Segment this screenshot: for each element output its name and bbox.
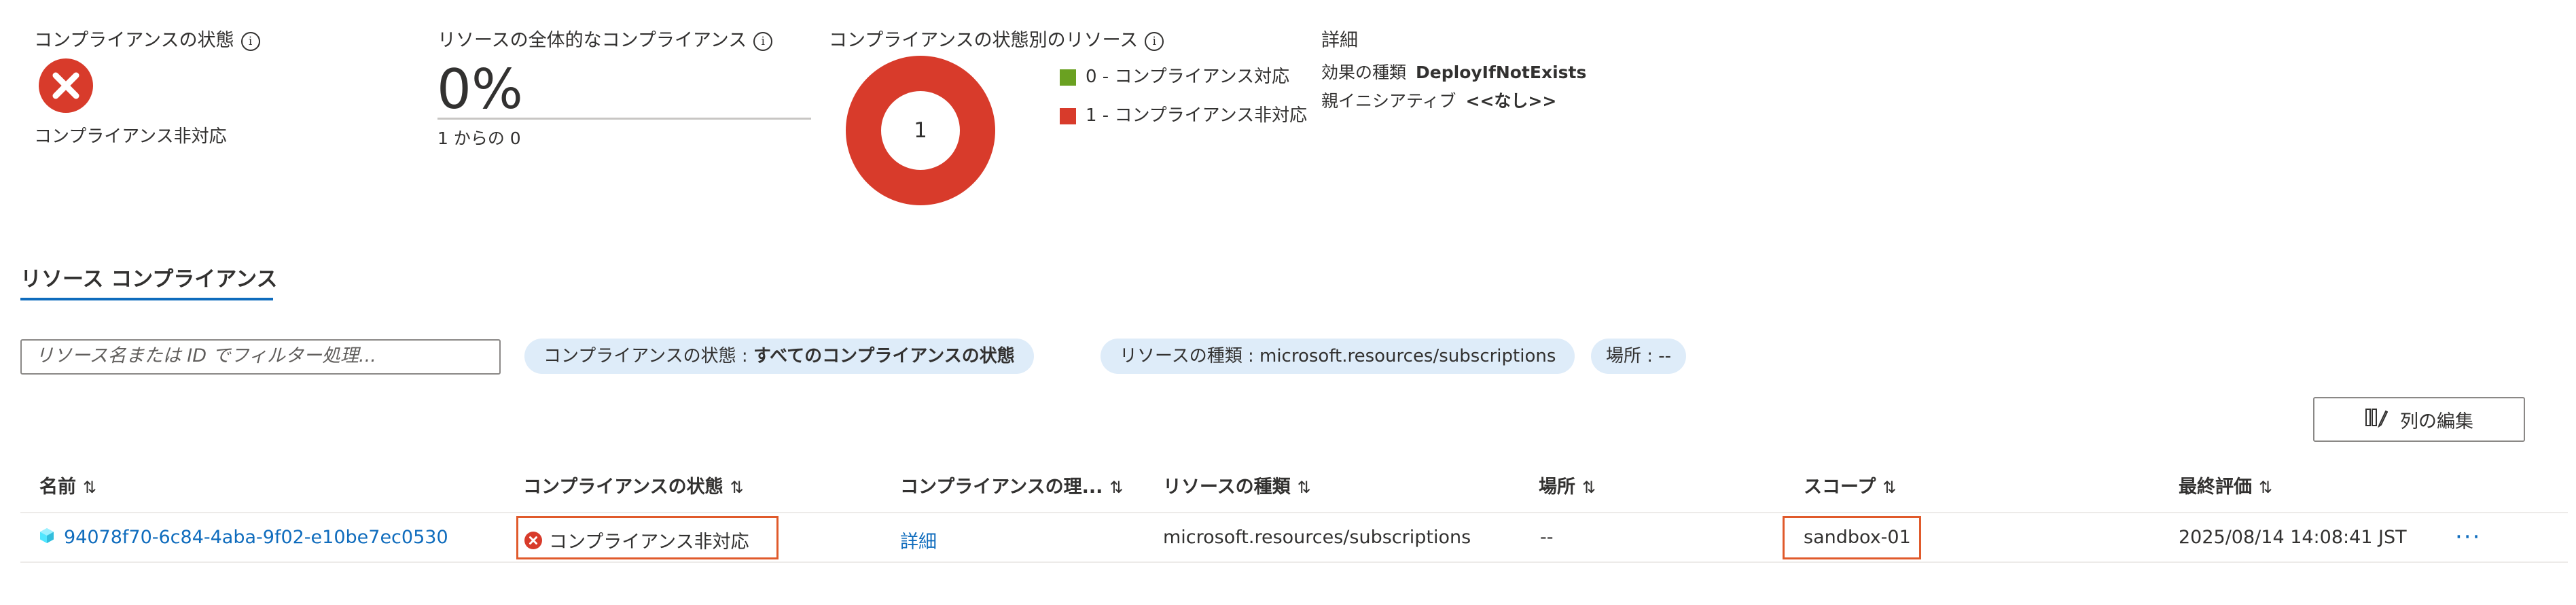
legend-item-noncompliant[interactable]: 1 - コンプライアンス非対応	[1060, 101, 1307, 126]
overall-compliance-percent: 0%	[437, 58, 523, 121]
compliance-state-heading: コンプライアンスの状態 i	[34, 25, 260, 52]
compliance-status-text: コンプライアンス非対応	[34, 126, 227, 147]
filter-pill-resource-type[interactable]: リソースの種類 : microsoft.resources/subscripti…	[1101, 339, 1575, 374]
error-circle-icon	[39, 58, 93, 113]
compliance-progress-bar	[437, 118, 811, 120]
filter-pill-compliance-state[interactable]: コンプライアンスの状態 : すべてのコンプライアンスの状態	[524, 339, 1034, 374]
info-icon[interactable]: i	[753, 31, 773, 51]
column-header-scope[interactable]: スコープ ⇅	[1804, 472, 1897, 498]
location-cell: --	[1540, 527, 1554, 548]
column-header-name[interactable]: 名前 ⇅	[39, 472, 96, 498]
more-actions-button[interactable]: ···	[2455, 523, 2481, 551]
column-header-resource-type[interactable]: リソースの種類 ⇅	[1163, 472, 1311, 498]
legend-item-compliant[interactable]: 0 - コンプライアンス対応	[1060, 63, 1289, 88]
table-header-divider	[20, 512, 2568, 513]
resource-name-cell[interactable]: 94078f70-6c84-4aba-9f02-e10be7ec0530	[39, 527, 448, 549]
column-header-compliance-reason[interactable]: コンプライアンスの理... ⇅	[900, 472, 1123, 498]
details-heading: 詳細	[1321, 30, 1358, 51]
sort-icon[interactable]: ⇅	[1882, 478, 1896, 497]
effect-type: 効果の種類 DeployIfNotExists	[1321, 63, 1587, 82]
compliance-reason-details-link[interactable]: 詳細	[900, 527, 937, 553]
edit-columns-button[interactable]: 列の編集	[2313, 397, 2525, 442]
filter-pill-location[interactable]: 場所 : --	[1591, 339, 1687, 374]
info-icon[interactable]: i	[240, 31, 260, 51]
legend-swatch	[1060, 69, 1076, 86]
sort-icon[interactable]: ⇅	[1298, 478, 1311, 497]
resource-type-cell: microsoft.resources/subscriptions	[1163, 527, 1471, 548]
sort-icon[interactable]: ⇅	[1109, 478, 1123, 497]
edit-columns-icon	[2365, 407, 2389, 432]
column-header-last-evaluated[interactable]: 最終評価 ⇅	[2179, 472, 2272, 498]
subscription-icon	[39, 528, 54, 549]
resources-by-state-heading: コンプライアンスの状態別のリソース i	[829, 25, 1164, 52]
scope-cell: sandbox-01	[1804, 527, 1911, 548]
table-row-divider	[20, 561, 2568, 563]
sort-icon[interactable]: ⇅	[83, 478, 96, 497]
tab-resource-compliance[interactable]: リソース コンプライアンス	[20, 262, 277, 292]
resource-filter-input[interactable]: リソース名または ID でフィルター処理...	[20, 339, 501, 375]
error-circle-icon	[524, 532, 542, 554]
tab-active-indicator	[20, 298, 273, 300]
legend-swatch	[1060, 107, 1076, 124]
overall-compliance-heading: リソースの全体的なコンプライアンス i	[437, 25, 773, 52]
parent-initiative: 親イニシアティブ <<なし>>	[1321, 91, 1557, 111]
info-icon[interactable]: i	[1145, 31, 1164, 51]
sort-icon[interactable]: ⇅	[730, 478, 744, 497]
overall-compliance-sub: 1 からの 0	[437, 128, 521, 148]
sort-icon[interactable]: ⇅	[1582, 478, 1596, 497]
compliance-state-cell: コンプライアンス非対応	[524, 527, 749, 554]
column-header-compliance-state[interactable]: コンプライアンスの状態 ⇅	[523, 472, 744, 498]
compliance-donut-chart: 1	[846, 56, 995, 205]
sort-icon[interactable]: ⇅	[2259, 478, 2272, 497]
donut-center-value: 1	[914, 118, 927, 143]
column-header-location[interactable]: 場所 ⇅	[1539, 472, 1596, 498]
last-evaluated-cell: 2025/08/14 14:08:41 JST	[2179, 527, 2407, 548]
